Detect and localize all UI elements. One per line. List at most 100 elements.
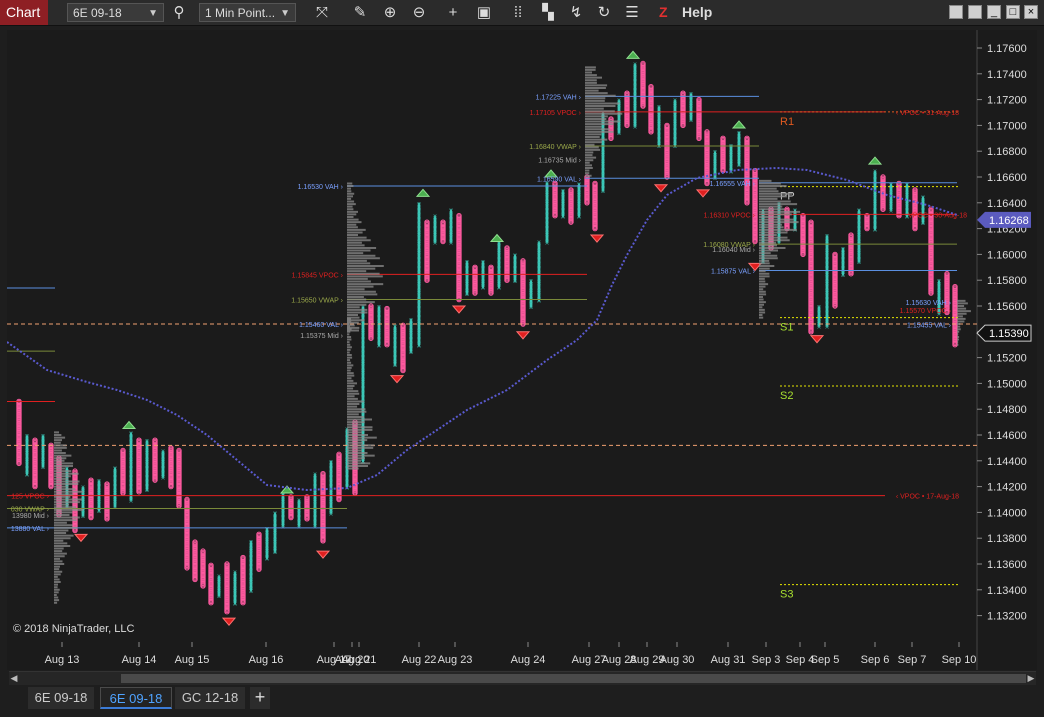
price-axis-label: 1.14000 (987, 507, 1027, 519)
pf-x-box: x (561, 214, 565, 221)
refresh-icon[interactable]: ↻ (594, 3, 614, 22)
level-label: 13880 VAL › (11, 526, 50, 533)
level-label: 1.16555 VAH › (710, 181, 756, 188)
tab-gc[interactable]: GC 12-18 (175, 687, 245, 709)
zoom-in-icon[interactable]: ⊕ (380, 3, 400, 22)
pf-x-box: x (545, 240, 549, 247)
scroll-left-icon[interactable]: ◀ (9, 672, 19, 685)
pf-x-box: x (41, 464, 45, 471)
date-axis-label: Sep 10 (942, 654, 977, 666)
pf-x-box: x (417, 343, 421, 350)
price-marker-last-text: 1.15390 (989, 328, 1029, 340)
level-label: VPOC • 30-Aug-18 (908, 212, 967, 219)
date-axis-label: Aug 31 (711, 654, 746, 666)
interval-selector[interactable]: 1 Min Point... ▼ (199, 3, 296, 22)
price-axis-label: 1.15600 (987, 301, 1027, 313)
date-axis-label: Aug 23 (438, 654, 473, 666)
interval-value: 1 Min Point... (205, 6, 276, 20)
chart-canvas[interactable]: xxxxxxxxxxxxxxxxxxxxxxxxxxxxxxxxxxxxxxxx… (6, 30, 1037, 670)
pf-x-box: x (513, 278, 517, 285)
scroll-thumb[interactable] (121, 674, 1026, 683)
pf-x-box: x (361, 459, 365, 466)
date-axis-label: Sep 7 (898, 654, 927, 666)
pivot-label-s2: S2 (780, 390, 793, 402)
price-axis-label: 1.16600 (987, 172, 1027, 184)
pf-x-box: x (529, 304, 533, 311)
pf-x-box: x (233, 601, 237, 608)
chart-panel[interactable]: xxxxxxxxxxxxxxxxxxxxxxxxxxxxxxxxxxxxxxxx… (6, 30, 1037, 670)
price-axis-label: 1.14200 (987, 482, 1027, 494)
indicators-icon[interactable]: ↯ (566, 3, 586, 22)
chart-menu-button[interactable]: Chart (0, 0, 48, 25)
pf-x-box: x (481, 285, 485, 292)
pivot-label-s1: S1 (780, 322, 793, 334)
zoom-out-icon[interactable]: ⊖ (409, 3, 429, 22)
crosshair-icon[interactable]: + (443, 3, 463, 22)
level-label: 1.15630 VAH › (906, 300, 952, 307)
level-label: 1.17225 VAH › (536, 94, 582, 101)
price-axis-label: 1.17400 (987, 69, 1027, 81)
bars-icon[interactable]: ⁞⁞ (508, 3, 528, 22)
pf-x-box: x (465, 291, 469, 298)
level-label: 1.16735 Mid › (538, 158, 581, 165)
instrument-selector[interactable]: 6E 09-18 ▼ (67, 3, 164, 22)
price-axis-label: 1.17200 (987, 95, 1027, 107)
chart-toolbar: Chart 6E 09-18 ▼ ⚲ 1 Min Point... ▼ ⤧ ✎ … (0, 0, 1044, 26)
help-button[interactable]: Help (682, 3, 712, 22)
date-axis-label: Sep 3 (752, 654, 781, 666)
minimize-button[interactable]: _ (987, 5, 1001, 19)
tab-6e-first[interactable]: 6E 09-18 (28, 687, 94, 709)
copyright-text: © 2018 NinjaTrader, LLC (13, 623, 134, 635)
price-axis-label: 1.13400 (987, 585, 1027, 597)
price-axis-label: 1.15200 (987, 353, 1027, 365)
date-axis-label: Aug 13 (45, 654, 80, 666)
scroll-right-icon[interactable]: ▶ (1026, 672, 1036, 685)
tile-button[interactable] (949, 5, 963, 19)
search-icon[interactable]: ⚲ (169, 3, 189, 22)
horizontal-scrollbar[interactable]: ◀ ▶ (9, 671, 1036, 685)
add-tab-button[interactable]: + (250, 687, 270, 709)
pf-x-box: x (537, 298, 541, 305)
pf-x-box: x (145, 487, 149, 494)
date-axis-label: Aug 21 (342, 654, 377, 666)
date-axis-label: Aug 16 (249, 654, 284, 666)
pf-x-box: x (161, 474, 165, 481)
pf-x-box: x (25, 472, 29, 479)
maximize-button[interactable]: □ (1006, 5, 1020, 19)
pf-x-box: x (497, 285, 501, 292)
level-label: ‹ VPOC • 31-Aug-18 (896, 110, 959, 117)
price-axis-label: 1.15800 (987, 275, 1027, 287)
pf-x-box: x (689, 117, 693, 124)
pf-x-box: x (449, 240, 453, 247)
pf-x-box: x (297, 523, 301, 530)
properties-icon[interactable]: ☰ (622, 3, 642, 22)
pf-x-box: x (617, 130, 621, 137)
date-axis-label: Sep 6 (861, 654, 890, 666)
price-axis-label: 1.17000 (987, 120, 1027, 132)
tab-6e-active[interactable]: 6E 09-18 (100, 687, 172, 709)
date-axis-label: Aug 24 (511, 654, 546, 666)
level-label: 1.16310 VPOC › (704, 212, 756, 219)
pf-x-box: x (633, 123, 637, 130)
pf-x-box: x (129, 498, 133, 505)
level-label: 1.16590 VAL › (537, 176, 582, 183)
pf-x-box: x (113, 504, 117, 511)
tab-bar: 6E 09-18 6E 09-18 GC 12-18 + (0, 685, 1044, 717)
pf-x-box: x (841, 272, 845, 279)
price-axis-label: 1.15000 (987, 378, 1027, 390)
level-label: ‹ VPOC • 17-Aug-18 (896, 494, 959, 501)
price-axis-label: 1.14400 (987, 456, 1027, 468)
help-z-icon: Z (659, 4, 668, 20)
data-box-icon[interactable]: ▣ (474, 3, 494, 22)
draw-icon[interactable]: ✎ (350, 3, 370, 22)
level-label: 1.15570 VPOC › (900, 308, 952, 315)
close-button[interactable]: × (1024, 5, 1038, 19)
pf-x-box: x (737, 162, 741, 169)
strategies-icon[interactable]: ▚ (538, 3, 558, 22)
pf-x-box: x (393, 362, 397, 369)
pf-x-box: x (313, 523, 317, 530)
price-axis-label: 1.14600 (987, 430, 1027, 442)
tile-button-2[interactable] (968, 5, 982, 19)
pointer-icon[interactable]: ⤧ (312, 3, 332, 22)
level-label: 1.15460 VAL › (299, 322, 344, 329)
